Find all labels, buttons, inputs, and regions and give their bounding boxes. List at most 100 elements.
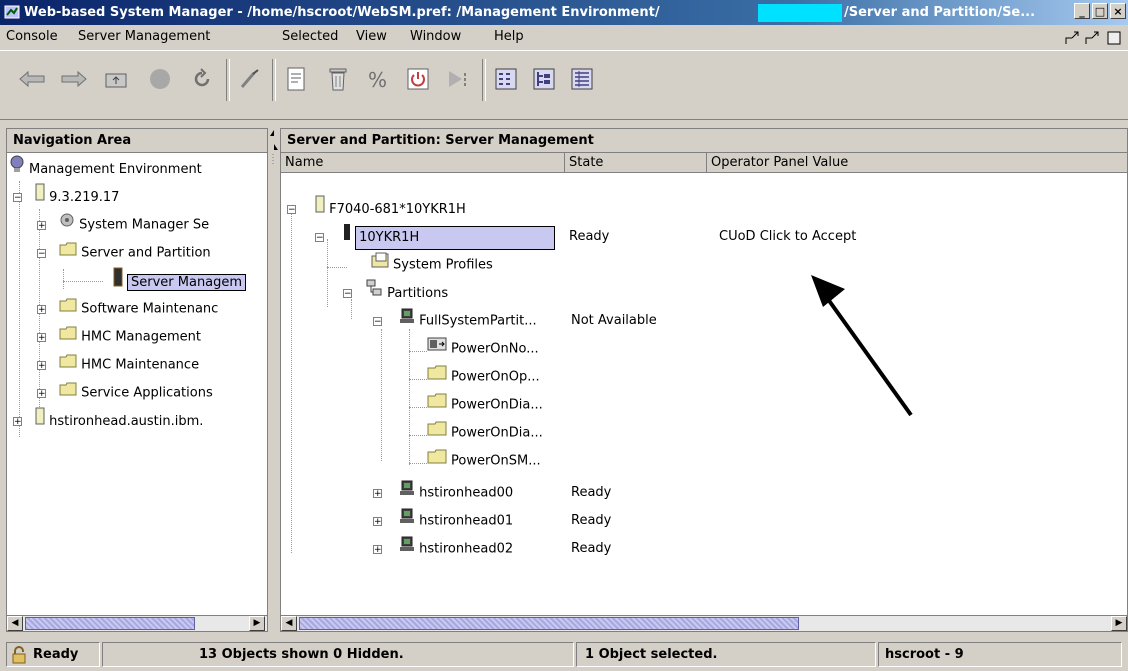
back-icon[interactable] bbox=[16, 63, 48, 95]
row-name: PowerOnNo... bbox=[451, 341, 539, 357]
table-row[interactable]: PowerOnOp... bbox=[427, 363, 540, 391]
expand-icon[interactable]: + bbox=[37, 389, 46, 399]
tree-item-hmc-host[interactable]: − 9.3.219.17 bbox=[13, 183, 119, 211]
table-row[interactable]: + hstironhead02 bbox=[373, 535, 513, 563]
view-details-icon[interactable] bbox=[566, 63, 598, 95]
status-ready: Ready bbox=[6, 642, 100, 667]
menu-help[interactable]: Help bbox=[494, 29, 524, 44]
collapse-icon[interactable]: − bbox=[37, 249, 46, 259]
scroll-thumb[interactable] bbox=[25, 617, 195, 630]
menu-bar: Console Server Management Selected View … bbox=[0, 26, 1128, 48]
maximize-button[interactable]: □ bbox=[1092, 3, 1108, 19]
tree-item-server-and-partition[interactable]: − Server and Partition bbox=[37, 239, 211, 267]
expand-icon[interactable]: + bbox=[37, 221, 46, 231]
title-bar: Web-based System Manager - /home/hscroot… bbox=[0, 0, 1128, 25]
view-tree-icon[interactable] bbox=[528, 63, 560, 95]
table-row[interactable]: PowerOnDia... bbox=[427, 391, 543, 419]
folder-icon bbox=[59, 351, 77, 379]
row-name: System Profiles bbox=[393, 257, 493, 273]
table-row[interactable]: + hstironhead00 bbox=[373, 479, 513, 507]
table-row[interactable]: − F7040-681*10YKR1H bbox=[287, 195, 466, 223]
tree-item-software-maintenance[interactable]: + Software Maintenanc bbox=[37, 295, 218, 323]
frame-control-icons[interactable] bbox=[1064, 30, 1126, 46]
tree-item-system-manager[interactable]: + System Manager Se bbox=[37, 211, 209, 239]
tree-item-hstironhead[interactable]: + hstironhead.austin.ibm. bbox=[13, 407, 203, 435]
folder-icon bbox=[427, 363, 447, 391]
properties-icon[interactable] bbox=[280, 63, 312, 95]
expand-icon[interactable]: + bbox=[37, 333, 46, 343]
partition-computer-icon bbox=[399, 479, 415, 507]
scroll-left-icon[interactable]: ◀ bbox=[281, 616, 297, 631]
power-icon[interactable] bbox=[402, 63, 434, 95]
tree-item-management-environment[interactable]: Management Environment bbox=[9, 155, 202, 183]
tree-label: 9.3.219.17 bbox=[49, 190, 120, 205]
table-row[interactable]: − Partitions bbox=[343, 279, 448, 307]
menu-window[interactable]: Window bbox=[410, 29, 461, 44]
folder-icon bbox=[59, 379, 77, 407]
collapse-icon[interactable]: − bbox=[287, 205, 296, 215]
table-row[interactable]: + hstironhead01 bbox=[373, 507, 513, 535]
scroll-thumb[interactable] bbox=[299, 617, 799, 630]
column-header-name[interactable]: Name bbox=[281, 153, 565, 173]
server-icon bbox=[315, 195, 325, 224]
menu-console[interactable]: Console bbox=[6, 29, 58, 44]
collapse-icon[interactable]: − bbox=[343, 289, 352, 299]
table-row[interactable]: PowerOnSM... bbox=[427, 447, 541, 475]
tree-label: HMC Management bbox=[81, 329, 201, 345]
server-dark-icon bbox=[113, 267, 123, 298]
expand-icon[interactable]: + bbox=[373, 489, 382, 499]
tree-item-hmc-management[interactable]: + HMC Management bbox=[37, 323, 201, 351]
tree-item-service-applications[interactable]: + Service Applications bbox=[37, 379, 213, 407]
minimize-button[interactable]: _ bbox=[1074, 3, 1090, 19]
expand-icon[interactable]: + bbox=[13, 417, 22, 427]
table-row[interactable]: − 10YKR1H bbox=[315, 223, 556, 252]
scroll-right-icon[interactable]: ▶ bbox=[1111, 616, 1127, 631]
server-dark-icon bbox=[343, 223, 351, 252]
row-state: Not Available bbox=[571, 313, 657, 328]
status-selected: 1 Object selected. bbox=[576, 642, 876, 667]
column-header-state[interactable]: State bbox=[565, 153, 707, 173]
forward-icon[interactable] bbox=[58, 63, 90, 95]
row-name: hstironhead00 bbox=[419, 485, 514, 501]
table-row[interactable]: PowerOnDia... bbox=[427, 419, 543, 447]
table-row[interactable]: PowerOnNo... bbox=[427, 335, 539, 363]
scroll-left-icon[interactable]: ◀ bbox=[7, 616, 23, 631]
collapse-icon[interactable]: − bbox=[373, 317, 382, 327]
row-name: 10YKR1H bbox=[355, 226, 556, 250]
tree-item-server-management[interactable]: Server Managem bbox=[113, 267, 247, 298]
main-horizontal-scrollbar[interactable]: ◀ ▶ bbox=[281, 615, 1127, 631]
row-state: Ready bbox=[569, 229, 610, 244]
close-button[interactable]: × bbox=[1110, 3, 1126, 19]
table-row[interactable]: System Profiles bbox=[371, 251, 493, 279]
folder-icon bbox=[427, 419, 447, 447]
percent-icon[interactable]: % bbox=[362, 63, 394, 95]
splitter-arrows-icon[interactable] bbox=[268, 128, 280, 168]
view-small-icon[interactable] bbox=[490, 63, 522, 95]
row-name: hstironhead01 bbox=[419, 513, 514, 529]
expand-icon[interactable]: + bbox=[37, 361, 46, 371]
activate-icon[interactable] bbox=[442, 63, 474, 95]
expand-icon[interactable]: + bbox=[37, 305, 46, 315]
delete-icon[interactable] bbox=[322, 63, 354, 95]
status-ready-text: Ready bbox=[33, 647, 79, 662]
menu-view[interactable]: View bbox=[356, 29, 387, 44]
scroll-right-icon[interactable]: ▶ bbox=[249, 616, 265, 631]
find-icon[interactable] bbox=[234, 63, 266, 95]
stop-icon[interactable] bbox=[144, 63, 176, 95]
menu-selected[interactable]: Selected bbox=[282, 29, 338, 44]
row-name: F7040-681*10YKR1H bbox=[329, 202, 466, 217]
nav-horizontal-scrollbar[interactable]: ◀ ▶ bbox=[7, 615, 267, 631]
table-row[interactable]: − FullSystemPartit... bbox=[373, 307, 537, 335]
column-header-operator-panel[interactable]: Operator Panel Value bbox=[707, 153, 1127, 173]
folder-icon bbox=[427, 391, 447, 419]
collapse-icon[interactable]: − bbox=[315, 233, 324, 243]
menu-server-management[interactable]: Server Management bbox=[78, 29, 210, 44]
tree-item-hmc-maintenance[interactable]: + HMC Maintenance bbox=[37, 351, 199, 379]
collapse-icon[interactable]: − bbox=[13, 193, 22, 203]
expand-icon[interactable]: + bbox=[373, 517, 382, 527]
panel-splitter[interactable] bbox=[268, 128, 280, 632]
expand-icon[interactable]: + bbox=[373, 545, 382, 555]
up-folder-icon[interactable] bbox=[100, 63, 132, 95]
row-operator-panel-value[interactable]: CUoD Click to Accept bbox=[719, 223, 856, 251]
refresh-icon[interactable] bbox=[186, 63, 218, 95]
